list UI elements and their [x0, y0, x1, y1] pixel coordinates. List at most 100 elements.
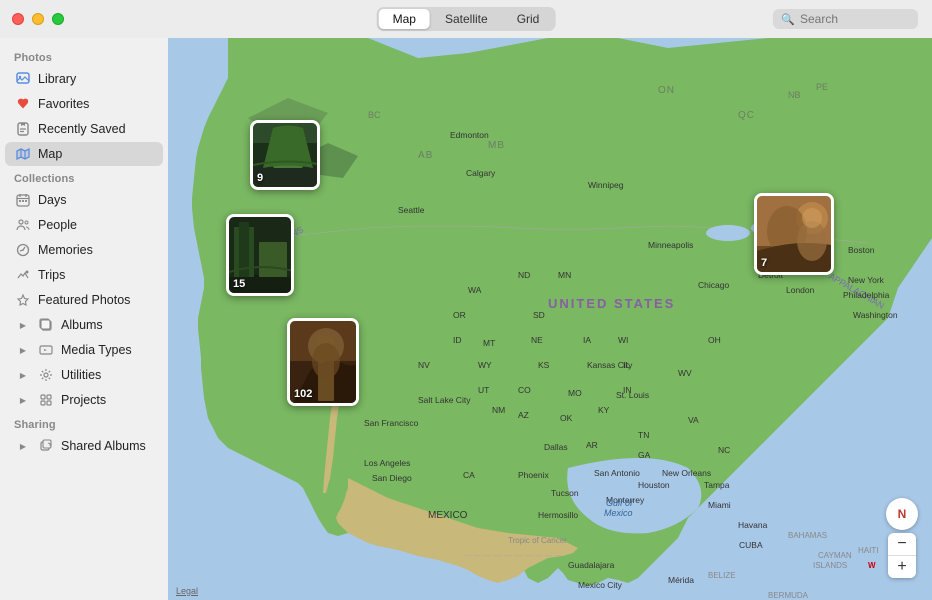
photo-pin-seattle[interactable]: 15 — [226, 214, 294, 296]
svg-text:Calgary: Calgary — [466, 168, 496, 178]
svg-text:VA: VA — [688, 415, 699, 425]
svg-text:OK: OK — [560, 413, 573, 423]
utilities-icon — [38, 367, 54, 383]
zoom-out-button[interactable]: − — [888, 533, 916, 555]
svg-text:MT: MT — [483, 338, 495, 348]
search-input[interactable] — [800, 12, 910, 26]
svg-text:WA: WA — [468, 285, 482, 295]
sidebar-item-albums[interactable]: ▶ Albums — [5, 313, 163, 337]
svg-text:AR: AR — [586, 440, 598, 450]
svg-text:Tampa: Tampa — [704, 480, 730, 490]
days-label: Days — [38, 193, 66, 207]
legal-link[interactable]: Legal — [176, 586, 198, 596]
tab-grid[interactable]: Grid — [503, 9, 554, 29]
svg-text:Salt Lake City: Salt Lake City — [418, 395, 471, 405]
svg-text:Chicago: Chicago — [698, 280, 729, 290]
svg-text:Winnipeg: Winnipeg — [588, 180, 624, 190]
projects-icon — [38, 392, 54, 408]
sidebar-item-projects[interactable]: ▶ Projects — [5, 388, 163, 412]
svg-text:ND: ND — [518, 270, 530, 280]
svg-text:Mexico: Mexico — [604, 508, 633, 518]
compass-label: N — [898, 507, 907, 521]
photo-pin-sf[interactable]: 102 — [287, 318, 359, 406]
zoom-controls: − + — [888, 533, 916, 578]
svg-text:BC: BC — [368, 110, 381, 120]
svg-text:W: W — [868, 561, 876, 570]
pin-count-2: 15 — [233, 278, 245, 290]
days-icon — [15, 192, 31, 208]
svg-text:Havana: Havana — [738, 520, 768, 530]
sidebar-item-utilities[interactable]: ▶ Utilities — [5, 363, 163, 387]
shared-albums-label: Shared Albums — [61, 439, 146, 453]
svg-text:Miami: Miami — [708, 500, 731, 510]
svg-text:Boston: Boston — [848, 245, 875, 255]
svg-text:WI: WI — [618, 335, 628, 345]
svg-text:Philadelphia: Philadelphia — [843, 290, 890, 300]
svg-text:Los Angeles: Los Angeles — [364, 458, 410, 468]
recently-saved-label: Recently Saved — [38, 122, 126, 136]
svg-text:KS: KS — [538, 360, 550, 370]
sidebar-item-library[interactable]: Library — [5, 67, 163, 91]
svg-text:CO: CO — [518, 385, 531, 395]
tab-map[interactable]: Map — [379, 9, 430, 29]
map-label: Map — [38, 147, 62, 161]
close-button[interactable] — [12, 13, 24, 25]
photos-section-header: Photos — [0, 46, 168, 66]
sidebar-item-shared-albums[interactable]: ▶ Shared Albums — [5, 434, 163, 458]
search-box[interactable]: 🔍 — [773, 9, 918, 29]
library-icon — [15, 71, 31, 87]
sidebar-item-trips[interactable]: Trips — [5, 263, 163, 287]
utilities-label: Utilities — [61, 368, 101, 382]
featured-photos-icon — [15, 292, 31, 308]
svg-text:Edmonton: Edmonton — [450, 130, 489, 140]
collections-section-header: Collections — [0, 167, 168, 187]
minimize-button[interactable] — [32, 13, 44, 25]
sidebar-item-media-types[interactable]: ▶ Media Types — [5, 338, 163, 362]
svg-text:CA: CA — [463, 470, 475, 480]
sidebar-item-map[interactable]: Map — [5, 142, 163, 166]
svg-text:CUBA: CUBA — [739, 540, 763, 550]
pin-count-1: 9 — [257, 172, 263, 184]
svg-text:London: London — [786, 285, 815, 295]
svg-text:QC: QC — [738, 110, 755, 121]
sidebar-item-days[interactable]: Days — [5, 188, 163, 212]
sidebar: Photos Library Favorites — [0, 38, 168, 600]
svg-text:— — — — — — — — — —: — — — — — — — — — — — [463, 551, 563, 560]
featured-photos-label: Featured Photos — [38, 293, 130, 307]
compass: N — [886, 498, 918, 530]
map-icon — [15, 146, 31, 162]
svg-text:NC: NC — [718, 445, 730, 455]
sidebar-item-favorites[interactable]: Favorites — [5, 92, 163, 116]
svg-text:Kansas City: Kansas City — [587, 360, 633, 370]
svg-text:Seattle: Seattle — [398, 205, 425, 215]
photo-pin-east[interactable]: 7 — [754, 193, 834, 275]
sidebar-item-memories[interactable]: Memories — [5, 238, 163, 262]
shared-albums-expand-icon: ▶ — [15, 438, 31, 454]
tab-satellite[interactable]: Satellite — [431, 9, 502, 29]
pin-count-3: 102 — [294, 388, 312, 400]
svg-text:New York: New York — [848, 275, 885, 285]
svg-text:UT: UT — [478, 385, 489, 395]
sidebar-item-people[interactable]: People — [5, 213, 163, 237]
svg-text:UNITED STATES: UNITED STATES — [548, 296, 675, 311]
svg-text:BERMUDA: BERMUDA — [768, 591, 809, 600]
recently-saved-icon — [15, 121, 31, 137]
sidebar-item-featured-photos[interactable]: Featured Photos — [5, 288, 163, 312]
library-label: Library — [38, 72, 76, 86]
svg-text:KY: KY — [598, 405, 610, 415]
photo-pin-canada[interactable]: 9 — [250, 120, 320, 190]
favorites-icon — [15, 96, 31, 112]
svg-text:NV: NV — [418, 360, 430, 370]
maximize-button[interactable] — [52, 13, 64, 25]
svg-text:WY: WY — [478, 360, 492, 370]
map-area[interactable]: UNITED STATES AB MB BC ON QC NB PE ROCKY… — [168, 38, 932, 600]
media-types-label: Media Types — [61, 343, 132, 357]
svg-text:MN: MN — [558, 270, 571, 280]
svg-text:Houston: Houston — [638, 480, 670, 490]
trips-icon — [15, 267, 31, 283]
sidebar-item-recently-saved[interactable]: Recently Saved — [5, 117, 163, 141]
memories-label: Memories — [38, 243, 93, 257]
zoom-in-button[interactable]: + — [888, 556, 916, 578]
svg-text:NM: NM — [492, 405, 505, 415]
svg-text:BELIZE: BELIZE — [708, 571, 736, 580]
